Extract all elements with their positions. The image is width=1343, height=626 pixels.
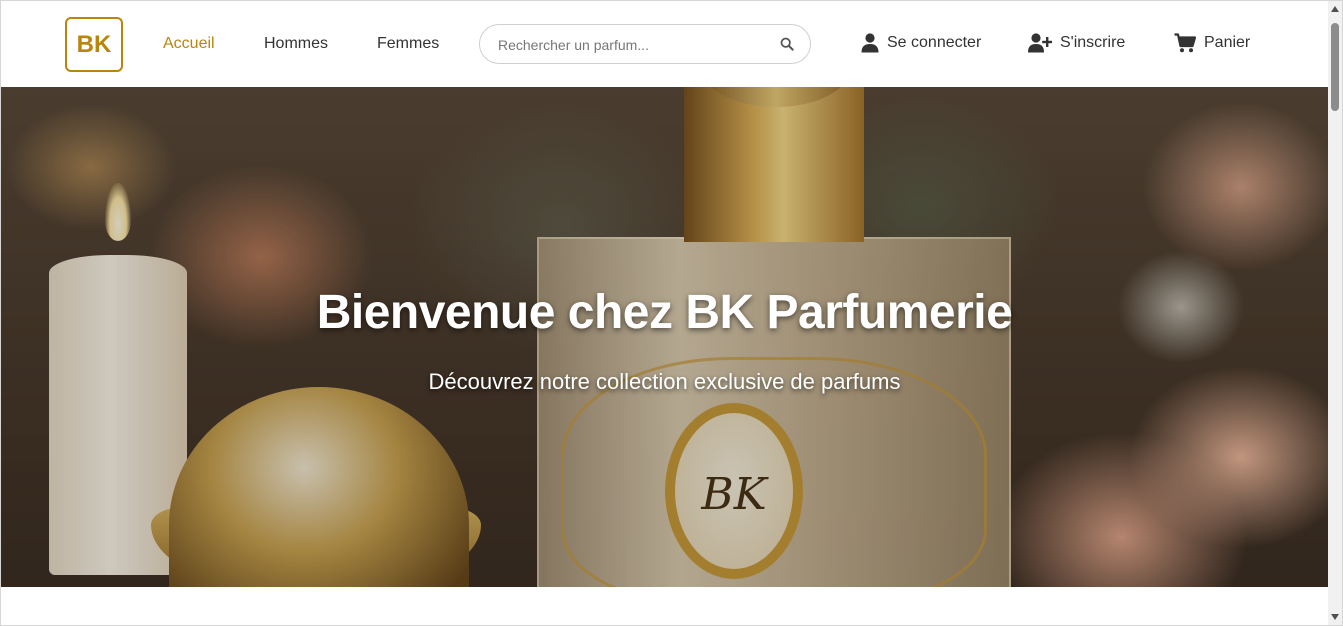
nav-link-hommes[interactable]: Hommes [264, 35, 328, 53]
hero-banner: BK Bienvenue chez BK Parfumerie Découvre… [1, 87, 1328, 587]
register-button[interactable]: S'inscrire [1028, 33, 1125, 53]
brand-logo[interactable]: BK [65, 17, 123, 72]
nav-link-accueil[interactable]: Accueil [163, 35, 215, 53]
navbar: BK Accueil Hommes Femmes Se connecter [1, 1, 1328, 87]
cart-icon [1174, 33, 1196, 53]
search-icon[interactable] [780, 37, 796, 53]
scroll-up-icon[interactable] [1331, 6, 1339, 12]
login-button[interactable]: Se connecter [861, 33, 981, 53]
brand-logo-text: BK [76, 30, 112, 58]
page-scrollbar[interactable] [1328, 1, 1342, 625]
hero-subtitle: Découvrez notre collection exclusive de … [428, 369, 901, 394]
scroll-down-icon[interactable] [1331, 614, 1339, 620]
browser-viewport: BK Accueil Hommes Femmes Se connecter [0, 0, 1343, 626]
search-input[interactable] [496, 25, 770, 65]
nav-link-femmes[interactable]: Femmes [377, 35, 439, 53]
register-label: S'inscrire [1060, 34, 1126, 51]
user-plus-icon [1028, 33, 1052, 53]
scrollbar-thumb[interactable] [1331, 23, 1339, 111]
cart-label: Panier [1204, 34, 1251, 51]
login-label: Se connecter [887, 34, 982, 51]
search-bar [479, 24, 811, 65]
cart-button[interactable]: Panier [1174, 33, 1250, 53]
hero-title: Bienvenue chez BK Parfumerie [316, 286, 1013, 339]
user-icon [861, 33, 879, 53]
